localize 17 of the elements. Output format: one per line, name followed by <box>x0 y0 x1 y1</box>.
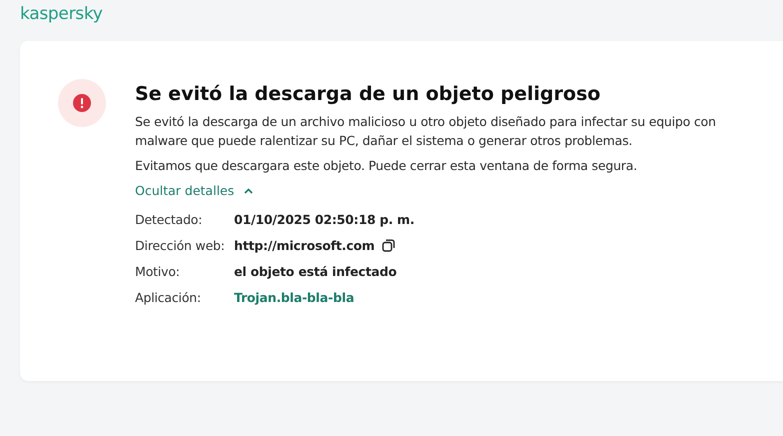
alert-description: Se evitó la descarga de un archivo malicioso u otro objeto diseñado para infectar su equipo con malware que puede ralentizar su PC, dañar el sistema o generar otros problemas. <box>135 113 717 150</box>
detail-label: Aplicación: <box>135 288 202 306</box>
detail-value: el objeto está infectado <box>234 262 397 280</box>
exclamation-icon <box>73 94 91 112</box>
alert-title: Se evitó la descarga de un objeto peligroso <box>135 82 602 106</box>
detail-label: Motivo: <box>135 262 181 280</box>
detail-label: Detectado: <box>135 210 204 228</box>
copy-icon <box>382 238 395 252</box>
alert-note: Evitamos que descargara este objeto. Puede cerrar esta ventana de forma segura. <box>135 157 638 175</box>
detail-value: http://microsoft.com <box>234 236 375 254</box>
chevron-icon <box>244 188 254 194</box>
detail-value: 01/10/2025 02:50:18 p. m. <box>234 210 414 228</box>
detail-link[interactable]: Trojan.bla-bla-bla <box>234 288 354 306</box>
copy-button[interactable] <box>382 238 395 252</box>
detail-label: Dirección web: <box>135 236 226 254</box>
details-toggle[interactable]: Ocultar detalles <box>135 181 254 200</box>
logo: kaspersky <box>20 4 103 26</box>
